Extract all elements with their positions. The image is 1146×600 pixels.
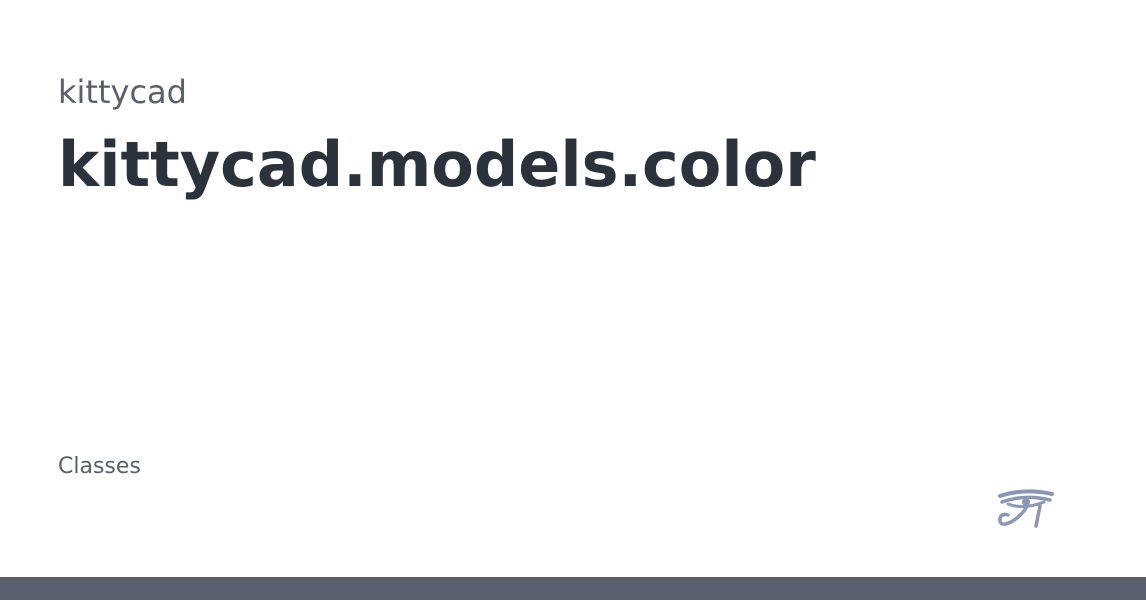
eye-of-horus-icon	[998, 489, 1054, 528]
footer-bar	[0, 577, 1146, 600]
page-title: kittycad.models.color	[58, 128, 816, 201]
social-card: kittycad kittycad.models.color Classes	[0, 0, 1146, 600]
project-name: kittycad	[58, 73, 187, 111]
section-label-classes: Classes	[58, 454, 141, 479]
